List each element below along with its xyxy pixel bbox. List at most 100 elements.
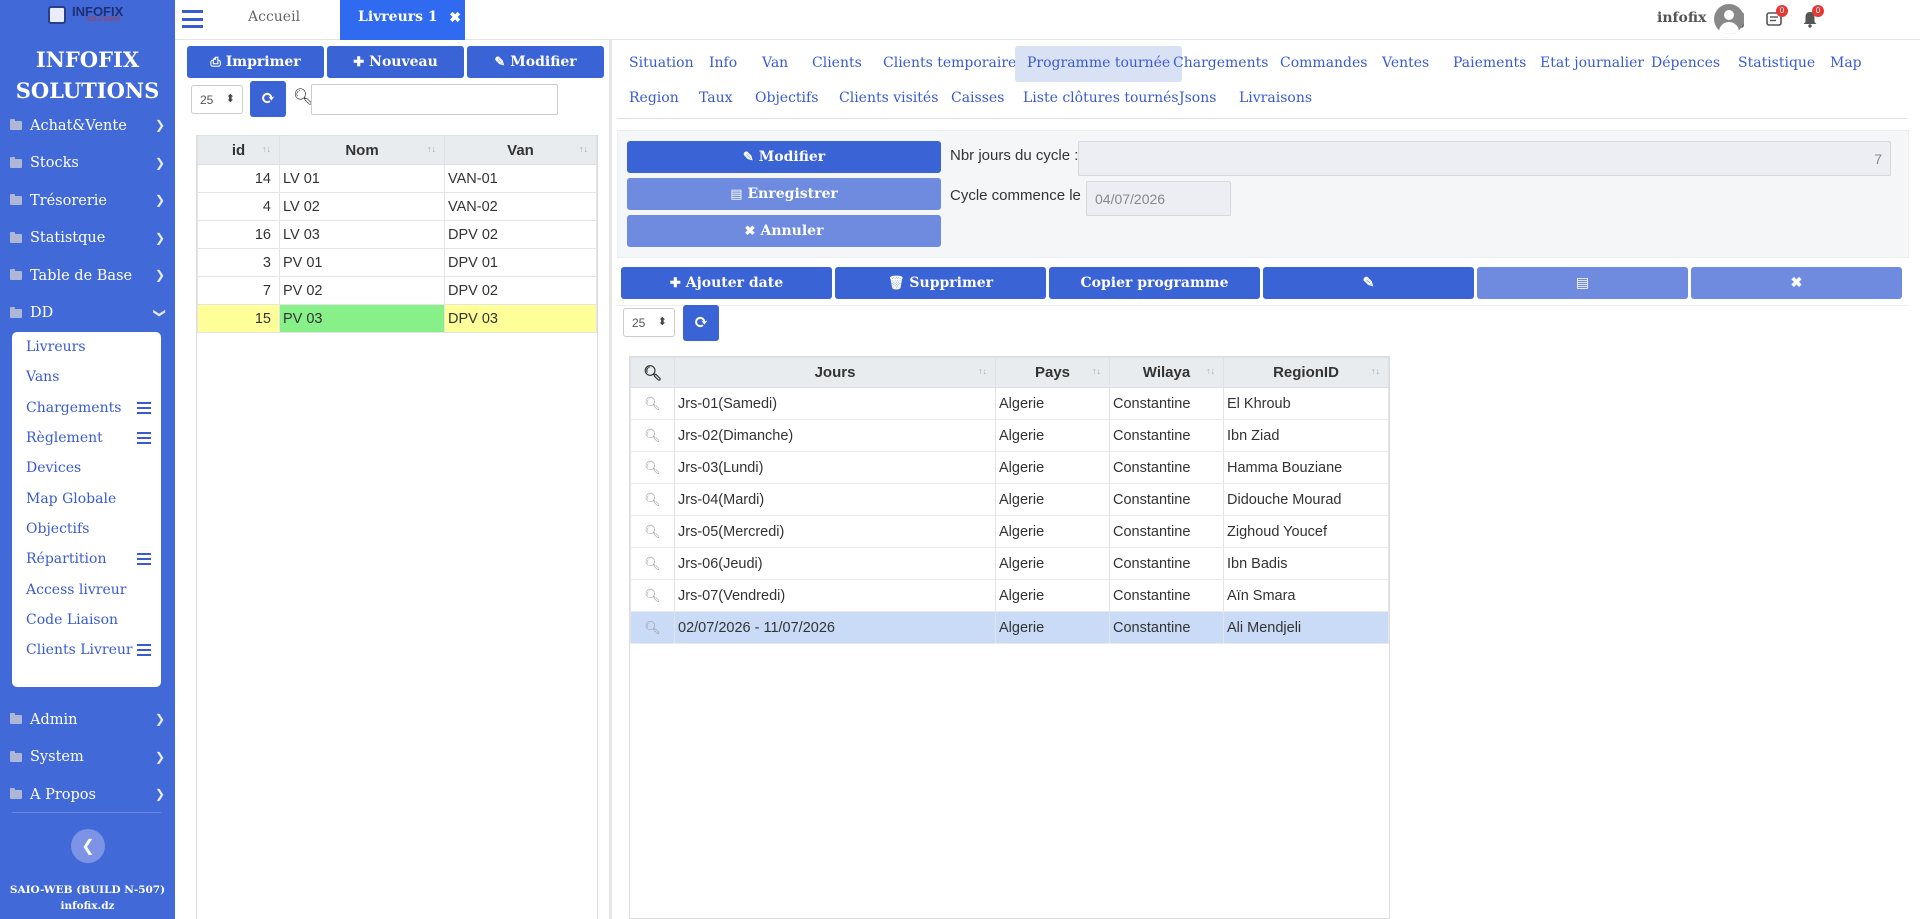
submenu-item-devices[interactable]: Devices	[12, 453, 161, 483]
sidebar-item-admin[interactable]: Admin ❯	[0, 701, 175, 739]
search-icon[interactable]: 🔍︎	[630, 419, 675, 452]
tab-info[interactable]: Info	[697, 46, 749, 82]
submenu-item-chargements[interactable]: Chargements	[12, 393, 161, 423]
cycle-days-field[interactable]: 7	[1078, 141, 1891, 176]
sort-icon[interactable]: ↑↓	[978, 366, 987, 376]
table-row[interactable]: 🔍︎ Jrs-05(Mercredi) Algerie Constantine Zigh…	[630, 515, 1389, 548]
sidebar-item-dd[interactable]: DD ❯	[0, 295, 175, 333]
program-cancel-button[interactable]: ✖	[1691, 267, 1902, 299]
tab-ventes[interactable]: Ventes	[1370, 46, 1441, 82]
cycle-cancel-button[interactable]: ✖ Annuler	[627, 215, 941, 247]
column-header-id[interactable]: id ↑↓	[197, 135, 280, 165]
search-icon[interactable]: 🔍︎	[630, 483, 675, 516]
tab-programme-tournee[interactable]: Programme tournée	[1015, 46, 1183, 82]
program-edit-button[interactable]: ✎	[1263, 267, 1474, 299]
tab-map[interactable]: Map	[1818, 46, 1874, 82]
submenu-item-livreurs[interactable]: Livreurs	[12, 332, 161, 362]
tab-livreurs[interactable]: Livreurs 1 ✖	[340, 0, 465, 40]
search-icon[interactable]: 🔍︎	[630, 611, 675, 644]
sort-icon[interactable]: ↑↓	[427, 144, 436, 154]
column-header-jours[interactable]: Jours ↑↓	[674, 357, 996, 388]
submenu-item-code-liaison[interactable]: Code Liaison	[12, 605, 161, 635]
hamburger-icon[interactable]	[182, 10, 203, 28]
refresh-button[interactable]: ⟳	[250, 81, 286, 117]
tab-paiements[interactable]: Paiements	[1441, 46, 1538, 82]
tab-objectifs[interactable]: Objectifs	[743, 81, 830, 117]
sidebar-collapse-button[interactable]: ❮	[71, 829, 105, 863]
submenu-item-map-globale[interactable]: Map Globale	[12, 483, 161, 513]
tab-depences[interactable]: Dépences	[1639, 46, 1732, 82]
sort-icon[interactable]: ↑↓	[262, 144, 271, 154]
column-header-van[interactable]: Van ↑↓	[444, 135, 597, 165]
copy-program-button[interactable]: Copier programme	[1049, 267, 1260, 299]
tab-jsons[interactable]: Jsons	[1167, 81, 1228, 117]
tab-caisses[interactable]: Caisses	[939, 81, 1016, 117]
column-header-regionid[interactable]: RegionID ↑↓	[1223, 357, 1389, 388]
sidebar-item-tresorerie[interactable]: Trésorerie ❯	[0, 182, 175, 220]
search-icon[interactable]: 🔍︎	[630, 515, 675, 548]
column-header-wilaya[interactable]: Wilaya ↑↓	[1109, 357, 1224, 388]
table-row[interactable]: 🔍︎ Jrs-04(Mardi) Algerie Constantine Didouch…	[630, 483, 1389, 516]
submenu-item-clients-livreur[interactable]: Clients Livreur	[12, 635, 161, 665]
sidebar-item-statistque[interactable]: Statistque ❯	[0, 220, 175, 258]
column-header-pays[interactable]: Pays ↑↓	[995, 357, 1110, 388]
table-row[interactable]: 🔍︎ Jrs-07(Vendredi) Algerie Constantine Aïn …	[630, 579, 1389, 612]
table-row[interactable]: 7 PV 02 DPV 02	[197, 276, 597, 305]
program-save-button[interactable]: ▤	[1477, 267, 1688, 299]
sidebar-item-system[interactable]: System ❯	[0, 739, 175, 777]
submenu-item-repartition[interactable]: Répartition	[12, 544, 161, 574]
table-row[interactable]: 🔍︎ Jrs-03(Lundi) Algerie Constantine Hamma B…	[630, 451, 1389, 484]
table-row[interactable]: 4 LV 02 VAN-02	[197, 192, 597, 221]
add-custom-date-button[interactable]: ✚ Ajouter date personnalisée	[621, 267, 832, 324]
new-button[interactable]: ✚ Nouveau	[327, 46, 464, 78]
program-refresh-button[interactable]: ⟳	[683, 305, 719, 341]
tab-commandes[interactable]: Commandes	[1268, 46, 1380, 82]
avatar-icon[interactable]	[1714, 4, 1744, 34]
table-row[interactable]: 14 LV 01 VAN-01	[197, 164, 597, 193]
sidebar-item-achat-vente[interactable]: Achat&Vente ❯	[0, 107, 175, 145]
search-icon[interactable]: 🔍︎	[630, 547, 675, 580]
tab-clients-temporaires[interactable]: Clients temporaires	[871, 46, 1036, 82]
sidebar-item-table-de-base[interactable]: Table de Base ❯	[0, 257, 175, 295]
tab-clients-visites[interactable]: Clients visités	[827, 81, 950, 117]
cycle-save-button[interactable]: ▤ Enregistrer	[627, 178, 941, 210]
user-name[interactable]: infofix	[1657, 10, 1706, 26]
sort-icon[interactable]: ↑↓	[1092, 366, 1101, 376]
delete-button[interactable]: 🗑︎ Supprimer	[835, 267, 1046, 299]
sidebar-item-a-propos[interactable]: A Propos ❯	[0, 776, 175, 814]
print-button[interactable]: ⎙ Imprimer	[187, 46, 324, 78]
submenu-item-access-livreur[interactable]: Access livreur	[12, 574, 161, 604]
tab-chargements[interactable]: Chargements	[1161, 46, 1280, 82]
tab-region[interactable]: Region	[617, 81, 691, 117]
sort-icon[interactable]: ↑↓	[1206, 366, 1215, 376]
table-row-selected[interactable]: 🔍︎ 02/07/2026 - 11/07/2026 Algerie Constant…	[630, 611, 1389, 644]
submenu-item-vans[interactable]: Vans	[12, 362, 161, 392]
cycle-edit-button[interactable]: ✎ Modifier	[627, 141, 941, 173]
close-icon[interactable]: ✖	[449, 10, 461, 26]
message-icon[interactable]: 0	[1765, 5, 1788, 28]
sort-icon[interactable]: ↑↓	[1371, 366, 1380, 376]
tab-livraisons[interactable]: Livraisons	[1227, 81, 1324, 117]
tab-situation[interactable]: Situation	[617, 46, 706, 82]
pane-splitter[interactable]	[609, 40, 612, 919]
sidebar-item-stocks[interactable]: Stocks ❯	[0, 145, 175, 183]
search-input[interactable]	[311, 84, 558, 115]
tab-taux[interactable]: Taux	[687, 81, 745, 117]
search-icon[interactable]: 🔍︎	[630, 451, 675, 484]
table-row[interactable]: 16 LV 03 DPV 02	[197, 220, 597, 249]
program-page-size-select[interactable]: 25	[623, 308, 675, 337]
tab-liste-clotures-tournes[interactable]: Liste clôtures tournés	[1011, 81, 1191, 117]
table-row[interactable]: 3 PV 01 DPV 01	[197, 248, 597, 277]
page-size-select[interactable]: 25	[191, 85, 243, 114]
table-row[interactable]: 🔍︎ Jrs-02(Dimanche) Algerie Constantine Ibn …	[630, 419, 1389, 452]
search-icon[interactable]: 🔍︎	[630, 387, 675, 420]
search-icon[interactable]: 🔍︎	[630, 579, 675, 612]
table-row-selected[interactable]: 15 PV 03 DPV 03	[197, 304, 597, 333]
submenu-item-reglement[interactable]: Règlement	[12, 423, 161, 453]
submenu-item-objectifs[interactable]: Objectifs	[12, 514, 161, 544]
tab-accueil[interactable]: Accueil	[248, 9, 300, 25]
edit-button[interactable]: ✎ Modifier	[467, 46, 604, 78]
bell-icon[interactable]: 0	[1801, 5, 1824, 28]
column-header-search[interactable]: 🔍︎	[630, 357, 675, 388]
tab-van[interactable]: Van	[750, 46, 800, 82]
